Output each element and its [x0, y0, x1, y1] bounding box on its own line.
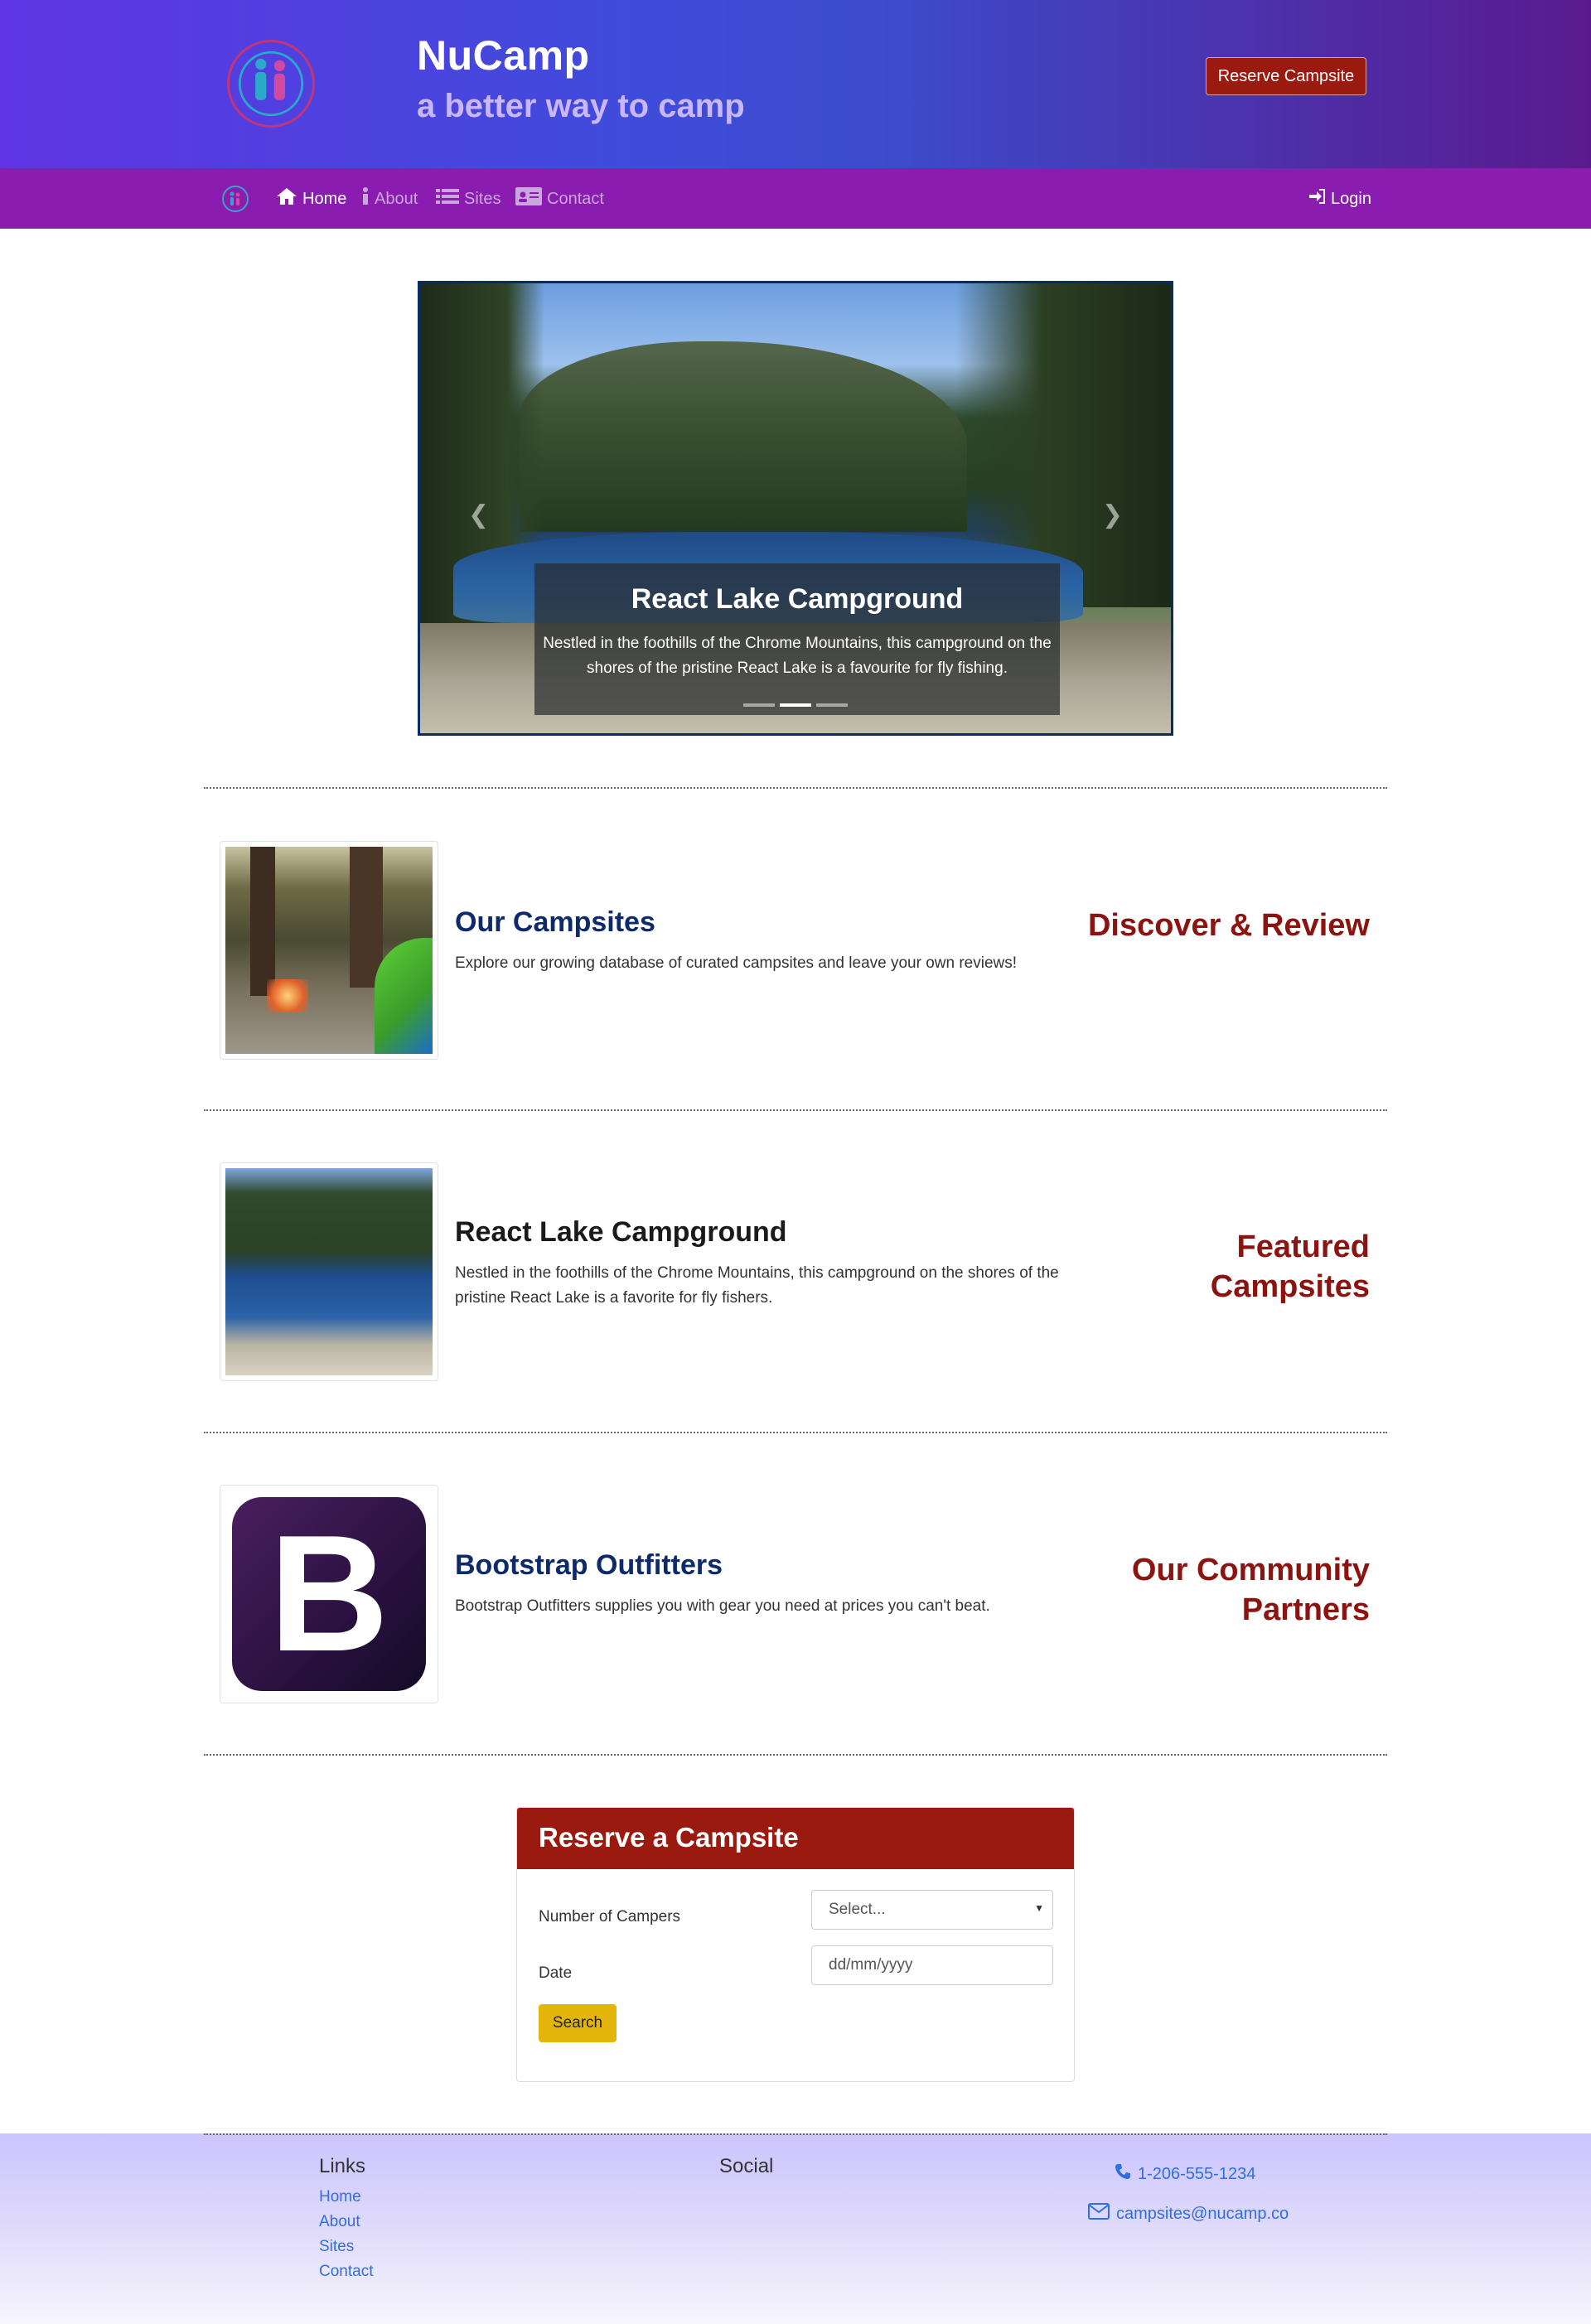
- nav-contact-label: Contact: [547, 189, 604, 208]
- login-button[interactable]: Login: [1309, 188, 1371, 210]
- campers-logo-icon: [230, 191, 240, 205]
- phone-icon: [1115, 2163, 1131, 2185]
- section-title: React Lake Campground: [455, 1216, 787, 1248]
- section-label: Our Community Partners: [1131, 1553, 1370, 1627]
- section-divider: [204, 1754, 1387, 1756]
- reserve-campsite-card: Reserve a Campsite Number of Campers Sel…: [516, 1807, 1075, 2082]
- footer-phone[interactable]: 1-206-555-1234: [1115, 2163, 1255, 2185]
- featured-campsite-thumbnail: [220, 1162, 438, 1381]
- chevron-down-icon: ▼: [1034, 1902, 1044, 1914]
- nav-about-label: About: [375, 189, 418, 208]
- campers-select-value: Select...: [829, 1901, 886, 1918]
- login-label: Login: [1331, 189, 1371, 208]
- carousel-caption: React Lake Campground Nestled in the foo…: [534, 563, 1060, 715]
- footer-social-heading: Social: [719, 2155, 774, 2177]
- reserve-card-header: Reserve a Campsite: [517, 1808, 1074, 1869]
- nav-sites[interactable]: Sites: [436, 188, 501, 210]
- site-footer: Links Home About Sites Contact Social 1-…: [0, 2133, 1591, 2324]
- nav-contact[interactable]: Contact: [515, 187, 604, 210]
- section-divider: [204, 1109, 1387, 1111]
- section-divider: [204, 787, 1387, 789]
- campsites-thumbnail: [220, 841, 438, 1060]
- campfire-image: [225, 847, 433, 1054]
- carousel-image-hill: [520, 341, 967, 532]
- section-text: Bootstrap Outfitters supplies you with g…: [455, 1597, 990, 1615]
- footer-link-contact[interactable]: Contact: [319, 2263, 373, 2281]
- nav-sites-label: Sites: [464, 189, 501, 208]
- carousel-prev-icon[interactable]: ❮: [468, 500, 489, 529]
- footer-link-about[interactable]: About: [319, 2213, 360, 2231]
- footer-email-text: campsites@nucamp.co: [1116, 2204, 1289, 2223]
- address-card-icon: [515, 187, 542, 210]
- carousel-indicator[interactable]: [743, 703, 775, 707]
- section-label: Discover & Review: [1087, 908, 1370, 943]
- footer-divider: [204, 2133, 1387, 2135]
- footer-phone-text: 1-206-555-1234: [1138, 2164, 1256, 2183]
- date-label: Date: [539, 1964, 573, 1982]
- home-icon: [276, 187, 297, 210]
- carousel-indicators: [743, 703, 848, 707]
- campers-label: Number of Campers: [539, 1908, 681, 1925]
- campers-select[interactable]: Select... ▼: [811, 1890, 1053, 1930]
- footer-links-heading: Links: [319, 2155, 366, 2177]
- search-button[interactable]: Search: [539, 2004, 617, 2042]
- brand-title: NuCamp: [417, 32, 590, 79]
- list-icon: [436, 188, 459, 210]
- react-lake-image: [225, 1168, 433, 1375]
- section-title: Bootstrap Outfitters: [455, 1549, 723, 1581]
- campers-logo-icon: [238, 51, 304, 117]
- bootstrap-logo-image: B: [225, 1491, 433, 1698]
- reserve-card-title: Reserve a Campsite: [539, 1822, 799, 1853]
- bootstrap-logo: B: [232, 1497, 426, 1691]
- nav-about[interactable]: About: [361, 187, 418, 210]
- section-text: Explore our growing database of curated …: [455, 954, 1018, 972]
- hero-carousel[interactable]: ❮ ❯ React Lake Campground Nestled in the…: [418, 281, 1173, 736]
- info-icon: [361, 187, 370, 210]
- section-divider: [204, 1432, 1387, 1433]
- date-input[interactable]: dd/mm/yyyy: [811, 1945, 1053, 1985]
- header-jumbotron: NuCamp a better way to camp Reserve Camp…: [0, 0, 1591, 168]
- date-input-placeholder: dd/mm/yyyy: [829, 1956, 913, 1974]
- carousel-caption-text: Nestled in the foothills of the Chrome M…: [543, 635, 1052, 677]
- brand-subtitle: a better way to camp: [417, 88, 745, 124]
- navbar-brand-logo[interactable]: [222, 186, 249, 212]
- partner-thumbnail: B: [220, 1485, 438, 1703]
- carousel-indicator[interactable]: [816, 703, 848, 707]
- reserve-campsite-button[interactable]: Reserve Campsite: [1206, 57, 1366, 95]
- nucamp-logo: [227, 40, 315, 128]
- nav-home[interactable]: Home: [276, 188, 346, 210]
- section-text: Nestled in the foothills of the Chrome M…: [455, 1264, 1059, 1307]
- footer-link-sites[interactable]: Sites: [319, 2238, 354, 2256]
- section-title: Our Campsites: [455, 906, 655, 938]
- footer-email[interactable]: campsites@nucamp.co: [1088, 2203, 1289, 2225]
- carousel-indicator-active[interactable]: [780, 703, 811, 707]
- carousel-next-icon[interactable]: ❯: [1102, 500, 1123, 529]
- main-navbar: Home About Sites Contact Login: [0, 168, 1591, 229]
- footer-link-home[interactable]: Home: [319, 2188, 361, 2206]
- section-label: Featured Campsites: [1210, 1230, 1370, 1304]
- envelope-icon: [1088, 2203, 1110, 2225]
- sign-in-icon: [1309, 189, 1326, 209]
- carousel-caption-title: React Lake Campground: [631, 583, 964, 615]
- nav-home-label: Home: [302, 189, 347, 208]
